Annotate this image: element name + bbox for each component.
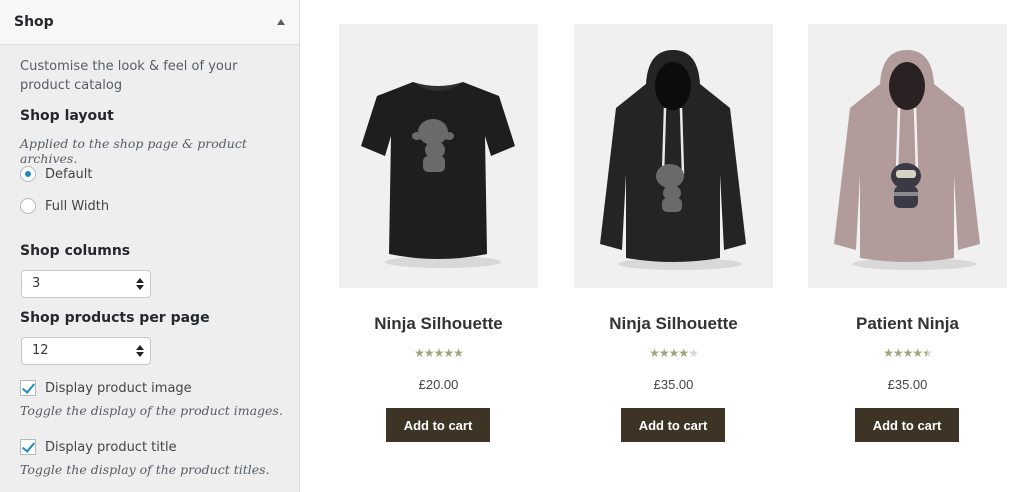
radio-option-full-width[interactable]: Full Width: [20, 198, 109, 214]
star-rating: ★★★★★: [339, 346, 538, 360]
customizer-sidebar: Shop Customise the look & feel of your p…: [0, 0, 300, 492]
select-arrows-icon: [136, 278, 144, 290]
checkbox[interactable]: [20, 439, 36, 455]
radio-option-default[interactable]: Default: [20, 166, 93, 182]
product-image-black-hoodie[interactable]: [574, 24, 773, 288]
add-to-cart-button[interactable]: Add to cart: [386, 408, 490, 442]
display-title-description: Toggle the display of the product titles…: [20, 462, 270, 477]
collapse-arrow-icon[interactable]: [277, 19, 285, 25]
product-image-tshirt[interactable]: [339, 24, 538, 288]
checkbox-label: Display product image: [45, 380, 192, 396]
shop-per-page-select[interactable]: 12: [21, 337, 151, 365]
shop-per-page-title: Shop products per page: [20, 310, 210, 326]
shop-layout-description: Applied to the shop page & product archi…: [20, 136, 247, 166]
product-price: £35.00: [653, 377, 694, 392]
star-icon: ★: [883, 346, 894, 360]
star-icon: ★: [443, 346, 454, 360]
shop-layout-title: Shop layout: [20, 108, 114, 124]
select-value: 12: [32, 343, 49, 358]
product-price: £35.00: [887, 377, 928, 392]
checkbox-display-title[interactable]: Display product title: [20, 439, 177, 455]
star-icon: ★: [649, 346, 660, 360]
product-title[interactable]: Ninja Silhouette: [574, 314, 773, 334]
star-icon: ★: [902, 346, 914, 360]
pink-hoodie-image: [834, 50, 980, 270]
select-arrows-icon: [136, 345, 144, 357]
star-icon: ★: [658, 346, 670, 360]
add-to-cart-button[interactable]: Add to cart: [621, 408, 725, 442]
star-icon: ★: [423, 346, 435, 360]
add-to-cart-button[interactable]: Add to cart: [855, 408, 959, 442]
checkbox[interactable]: [20, 380, 36, 396]
radio-button[interactable]: [20, 166, 36, 182]
product-card: Ninja Silhouette ★★★★★ £35.00 Add to car…: [574, 24, 773, 442]
section-description: Customise the look & feel of your produc…: [20, 59, 238, 93]
star-rating: ★★★★★: [574, 346, 773, 360]
product-card: Ninja Silhouette ★★★★★ £20.00 Add to car…: [339, 24, 538, 442]
shop-columns-select[interactable]: 3: [21, 270, 151, 298]
tshirt-image: [361, 82, 515, 268]
product-card: Patient Ninja ★★★★★ £35.00 Add to cart: [808, 24, 1007, 442]
select-value: 3: [32, 276, 41, 291]
star-empty-icon: ★: [688, 346, 699, 360]
shop-columns-title: Shop columns: [20, 243, 131, 259]
star-rating: ★★★★★: [808, 346, 1007, 360]
star-icon: ★: [892, 346, 904, 360]
star-icon: ★: [668, 346, 680, 360]
star-icon: ★: [414, 346, 425, 360]
star-icon: ★: [912, 346, 923, 360]
star-icon: ★: [678, 346, 689, 360]
display-image-description: Toggle the display of the product images…: [20, 403, 283, 418]
section-header-shop[interactable]: Shop: [0, 0, 299, 45]
product-image-pink-hoodie[interactable]: [808, 24, 1007, 288]
product-title[interactable]: Ninja Silhouette: [339, 314, 538, 334]
star-icon: ★: [433, 346, 445, 360]
radio-label: Full Width: [45, 198, 110, 214]
radio-button[interactable]: [20, 198, 36, 214]
radio-label: Default: [45, 166, 93, 182]
star-half-icon: ★: [922, 346, 933, 360]
black-hoodie-image: [600, 50, 746, 270]
section-title: Shop: [14, 14, 54, 30]
product-title[interactable]: Patient Ninja: [808, 314, 1007, 334]
star-icon: ★: [453, 346, 464, 360]
checkbox-display-image[interactable]: Display product image: [20, 380, 192, 396]
checkbox-label: Display product title: [45, 439, 177, 455]
product-price: £20.00: [418, 377, 459, 392]
